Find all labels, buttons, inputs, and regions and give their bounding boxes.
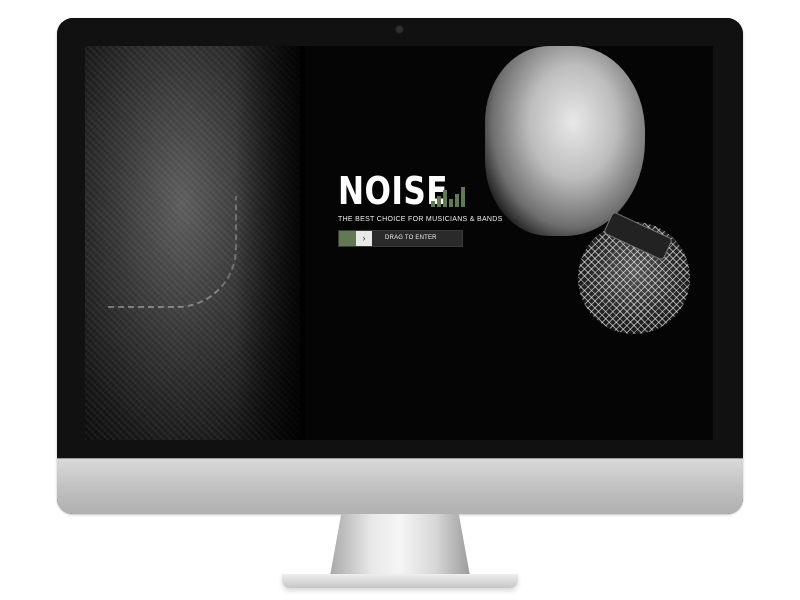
equalizer-bar — [455, 194, 459, 207]
website-screen: NOISE THE BEST CHOICE FOR MUSICIANS & BA… — [85, 46, 713, 440]
monitor: NOISE THE BEST CHOICE FOR MUSICIANS & BA… — [57, 18, 743, 514]
monitor-stand-base — [282, 574, 518, 588]
equalizer-bars-icon — [431, 183, 465, 207]
equalizer-bar — [461, 187, 465, 207]
equalizer-bar — [437, 196, 441, 207]
slider-label: DRAG TO ENTER — [385, 235, 437, 241]
tagline: THE BEST CHOICE FOR MUSICIANS & BANDS — [338, 216, 503, 223]
equalizer-bar — [449, 199, 453, 207]
equalizer-bar — [443, 190, 447, 207]
hero-block: NOISE THE BEST CHOICE FOR MUSICIANS & BA… — [338, 172, 518, 247]
slider-handle[interactable]: › — [356, 231, 372, 246]
monitor-bezel: NOISE THE BEST CHOICE FOR MUSICIANS & BA… — [57, 18, 743, 458]
chevron-right-icon: › — [362, 233, 366, 243]
monitor-stand — [330, 514, 470, 576]
monitor-chin — [57, 458, 743, 514]
drag-to-enter-slider[interactable]: › DRAG TO ENTER — [338, 230, 463, 247]
denim-pocket-stitching — [105, 196, 237, 308]
webcam-icon — [395, 25, 404, 34]
logo[interactable]: NOISE — [338, 172, 518, 210]
equalizer-bar — [431, 201, 435, 207]
photo-shadow — [235, 46, 305, 440]
slider-fill — [339, 231, 356, 246]
